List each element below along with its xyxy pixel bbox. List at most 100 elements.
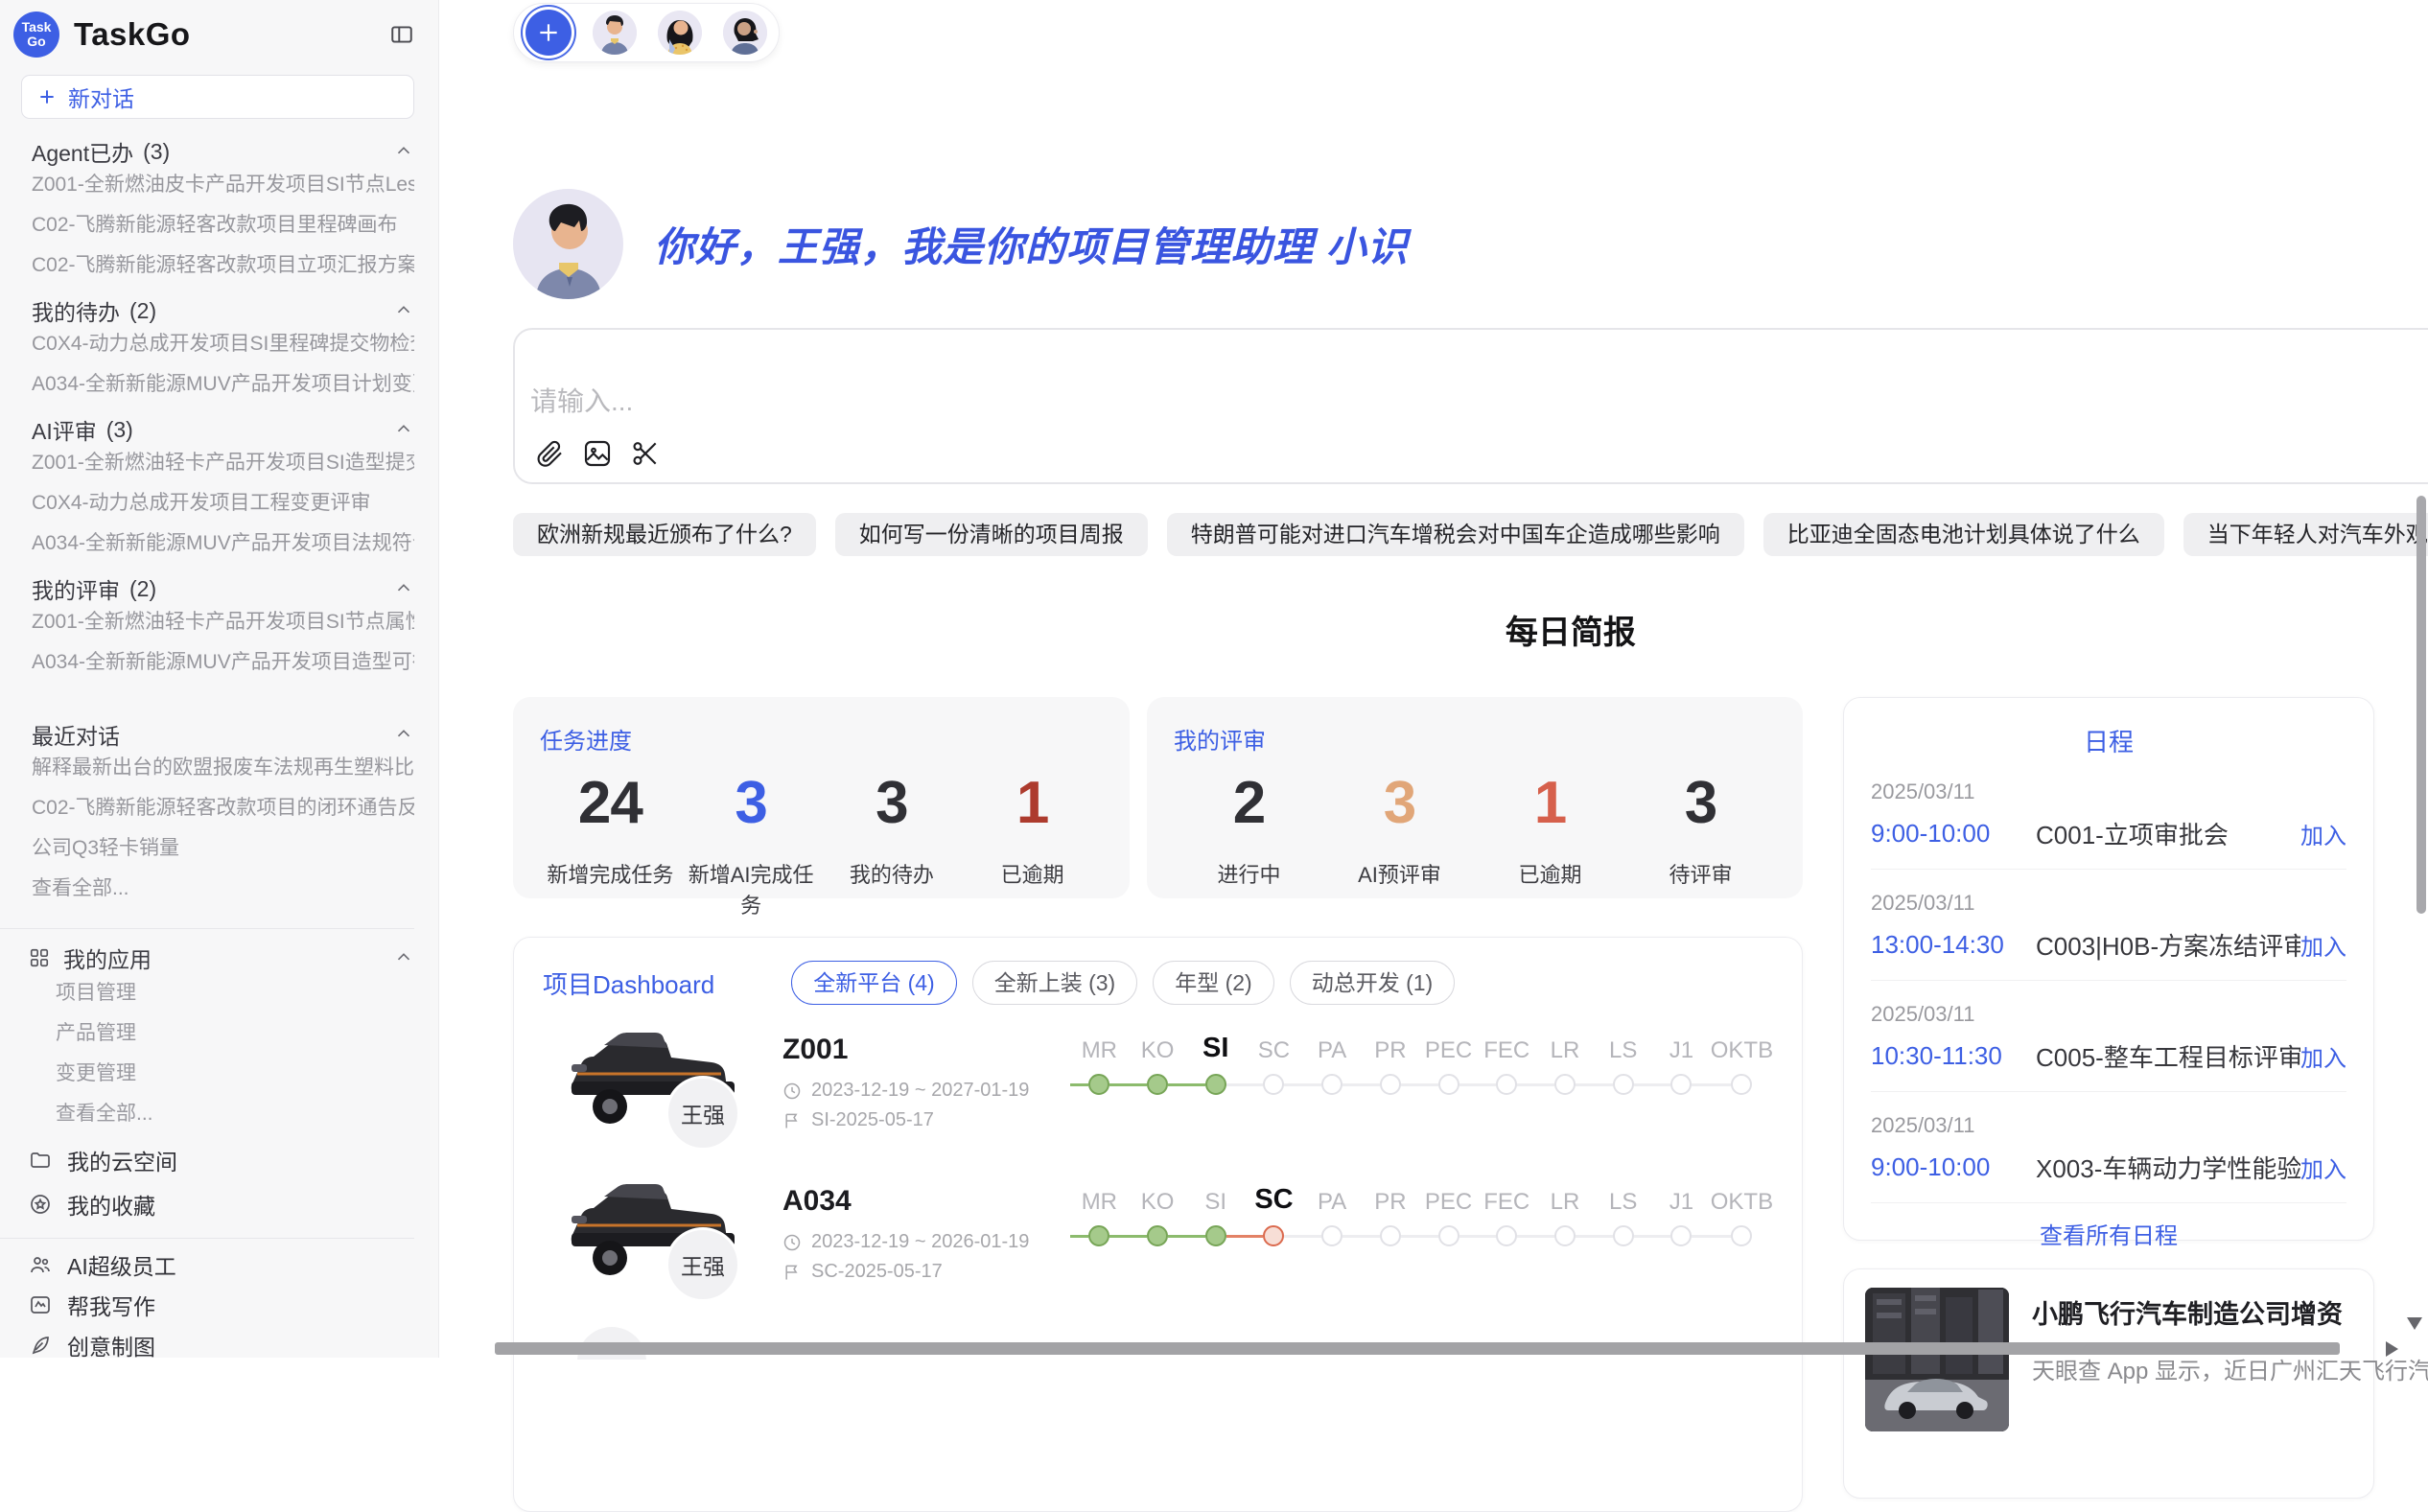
stat-ai-prereview: 3 AI预评审 [1324,769,1475,889]
milestone-dot-pending [1554,1225,1576,1246]
tool-ai-super-staff[interactable]: AI超级员工 [29,1244,414,1285]
milestone-node: KO [1129,1179,1187,1321]
section-title: 最近对话 [32,718,120,751]
event-date: 2025/03/11 [1871,1113,2346,1138]
conversation-item[interactable]: C02-飞腾新能源轻客改款项目立项汇报方案 [32,245,414,286]
section-header-recent[interactable]: 最近对话 [32,721,414,748]
schedule-event: 2025/03/11 9:00-10:00 C001-立项审批会 加入 [1871,758,2346,869]
project-row-a034[interactable]: 王强 A034 2023-12-19 ~ 2026-01-19 SC-2025-… [543,1177,1773,1321]
app-item-project-mgmt[interactable]: 项目管理 [56,973,414,1013]
conversation-item[interactable]: Z001-全新燃油轻卡产品开发项目SI造型提交物评审 [32,443,414,483]
news-body: 小鹏飞行汽车制造公司增资 天眼查 App 显示，近日广州汇天飞行汽... [2032,1288,2428,1479]
join-button[interactable]: 加入 [2300,817,2346,850]
suggestion-chip[interactable]: 特朗普可能对进口汽车增税会对中国车企造成哪些影响 [1167,513,1744,556]
milestone-dot-pending [1731,1225,1752,1246]
news-card[interactable]: 小鹏飞行汽车制造公司增资 天眼查 App 显示，近日广州汇天飞行汽... [1843,1268,2374,1499]
assistant-avatar-3[interactable] [723,11,767,55]
milestone-dot-done [1147,1074,1168,1095]
star-badge-icon [29,1193,52,1216]
sidebar-divider [0,1238,414,1239]
tool-label: 创意制图 [67,1329,155,1358]
chat-input[interactable] [528,385,1683,418]
project-row-z001[interactable]: 王强 Z001 2023-12-19 ~ 2027-01-19 SI-2025-… [543,1026,1773,1170]
sidebar-collapse-icon[interactable] [389,22,414,47]
event-time: 10:30-11:30 [1871,1041,2036,1071]
join-button[interactable]: 加入 [2300,1039,2346,1073]
section-header-ai-review[interactable]: AI评审 (3) [32,416,414,443]
join-button[interactable]: 加入 [2300,1151,2346,1184]
section-title: 我的待办 [32,294,120,327]
tab-all-new-platform[interactable]: 全新平台 (4) [791,961,957,1005]
project-dates-text: 2023-12-19 ~ 2027-01-19 [811,1080,1029,1102]
conversation-item[interactable]: A034-全新新能源MUV产品开发项目法规符合性评审 [32,523,414,564]
my-cloud-space-label: 我的云空间 [67,1144,177,1176]
assistant-avatar-2[interactable] [658,11,702,55]
event-name: C003|H0B-方案冻结评审 [2036,927,2300,963]
news-title: 小鹏飞行汽车制造公司增资 [2032,1293,2428,1331]
stat-label: 已逾期 [1475,858,1625,889]
scissors-icon[interactable] [630,438,661,469]
app-item-view-all[interactable]: 查看全部... [56,1094,414,1134]
milestone-node: PR [1362,1179,1420,1321]
greeting-text: 你好，王强，我是你的项目管理助理 小识 [654,215,1409,273]
my-cloud-space[interactable]: 我的云空间 [29,1138,414,1182]
milestone-dot-done [1147,1225,1168,1246]
tool-creative-draw[interactable]: 创意制图 [29,1325,414,1358]
suggestion-chip[interactable]: 当下年轻人对汽车外观有怎样的喜好趋势 [2183,513,2428,556]
apps-grid-icon [29,947,50,968]
milestone-node: LS [1594,1028,1652,1170]
tab-powertrain[interactable]: 动总开发 (1) [1290,961,1456,1005]
quill-icon [29,1334,52,1357]
conversation-item[interactable]: A034-全新新能源MUV产品开发项目造型可行性评审 [32,642,414,683]
tab-model-year[interactable]: 年型 (2) [1153,961,1274,1005]
suggestion-chips: 欧洲新规最近颁布了什么? 如何写一份清晰的项目周报 特朗普可能对进口汽车增税会对… [513,513,2428,556]
chevron-up-icon [393,300,414,321]
stat-review-overdue: 1 已逾期 [1475,769,1625,889]
section-header-my-todo[interactable]: 我的待办 (2) [32,297,414,324]
join-button[interactable]: 加入 [2300,928,2346,962]
assistant-avatar-1[interactable] [593,11,637,55]
app-item-product-mgmt[interactable]: 产品管理 [56,1013,414,1054]
conversation-item[interactable]: A034-全新新能源MUV产品开发项目计划变更表编写 [32,364,414,405]
attachment-icon[interactable] [534,438,565,469]
recent-conversation[interactable]: C02-飞腾新能源轻客改款项目的闭环通告反馈情况 [32,788,414,828]
recent-view-all[interactable]: 查看全部... [32,869,414,909]
milestone-node: LR [1536,1028,1595,1170]
add-assistant-button[interactable] [525,10,572,56]
section-title: 我的评审 [32,572,120,605]
logo-text-bottom: Go [27,35,45,49]
tool-help-write[interactable]: 帮我写作 [29,1285,414,1325]
suggestion-chip[interactable]: 如何写一份清晰的项目周报 [835,513,1148,556]
sidebar-divider [0,928,414,929]
conversation-item[interactable]: C02-飞腾新能源轻客改款项目里程碑画布 [32,205,414,245]
my-favorites[interactable]: 我的收藏 [29,1182,414,1226]
section-header-my-review[interactable]: 我的评审 (2) [32,575,414,602]
conversation-item[interactable]: C0X4-动力总成开发项目SI里程碑提交物检查 [32,324,414,364]
section-header-agent-done[interactable]: Agent已办 (3) [32,138,414,165]
milestone-node: KO [1129,1028,1187,1170]
suggestion-chip[interactable]: 比亚迪全固态电池计划具体说了什么 [1763,513,2164,556]
horizontal-scrollbar-thumb[interactable] [495,1342,2340,1355]
conversation-item[interactable]: C0X4-动力总成开发项目工程变更评审 [32,483,414,523]
app-item-change-mgmt[interactable]: 变更管理 [56,1054,414,1094]
scroll-down-arrow[interactable] [2407,1317,2422,1330]
image-icon[interactable] [582,438,613,469]
section-title: Agent已办 [32,135,133,168]
vertical-scrollbar-thumb[interactable] [2416,496,2426,914]
suggestion-chip[interactable]: 欧洲新规最近颁布了什么? [513,513,816,556]
view-all-schedule-link[interactable]: 查看所有日程 [1871,1217,2346,1250]
recent-conversation[interactable]: 公司Q3轻卡销量 [32,828,414,869]
tab-new-body[interactable]: 全新上装 (3) [972,961,1138,1005]
stat-label: 待评审 [1625,858,1776,889]
conversation-item[interactable]: Z001-全新燃油皮卡产品开发项目SI节点Lesson Learn报告 [32,165,414,205]
project-dates: 2023-12-19 ~ 2027-01-19 [782,1080,1070,1102]
section-count: (3) [106,417,133,443]
new-chat-button[interactable]: 新对话 [21,75,414,119]
milestone-node: FEC [1478,1179,1536,1321]
folder-icon [29,1149,52,1172]
conversation-item[interactable]: Z001-全新燃油轻卡产品开发项目SI节点属性5D文件评审 [32,602,414,642]
scroll-right-arrow[interactable] [2386,1341,2398,1357]
stat-value: 3 [1625,769,1776,837]
recent-conversation[interactable]: 解释最新出台的欧盟报废车法规再生塑料比例被调至15%... [32,748,414,788]
my-apps-header[interactable]: 我的应用 [29,942,414,973]
